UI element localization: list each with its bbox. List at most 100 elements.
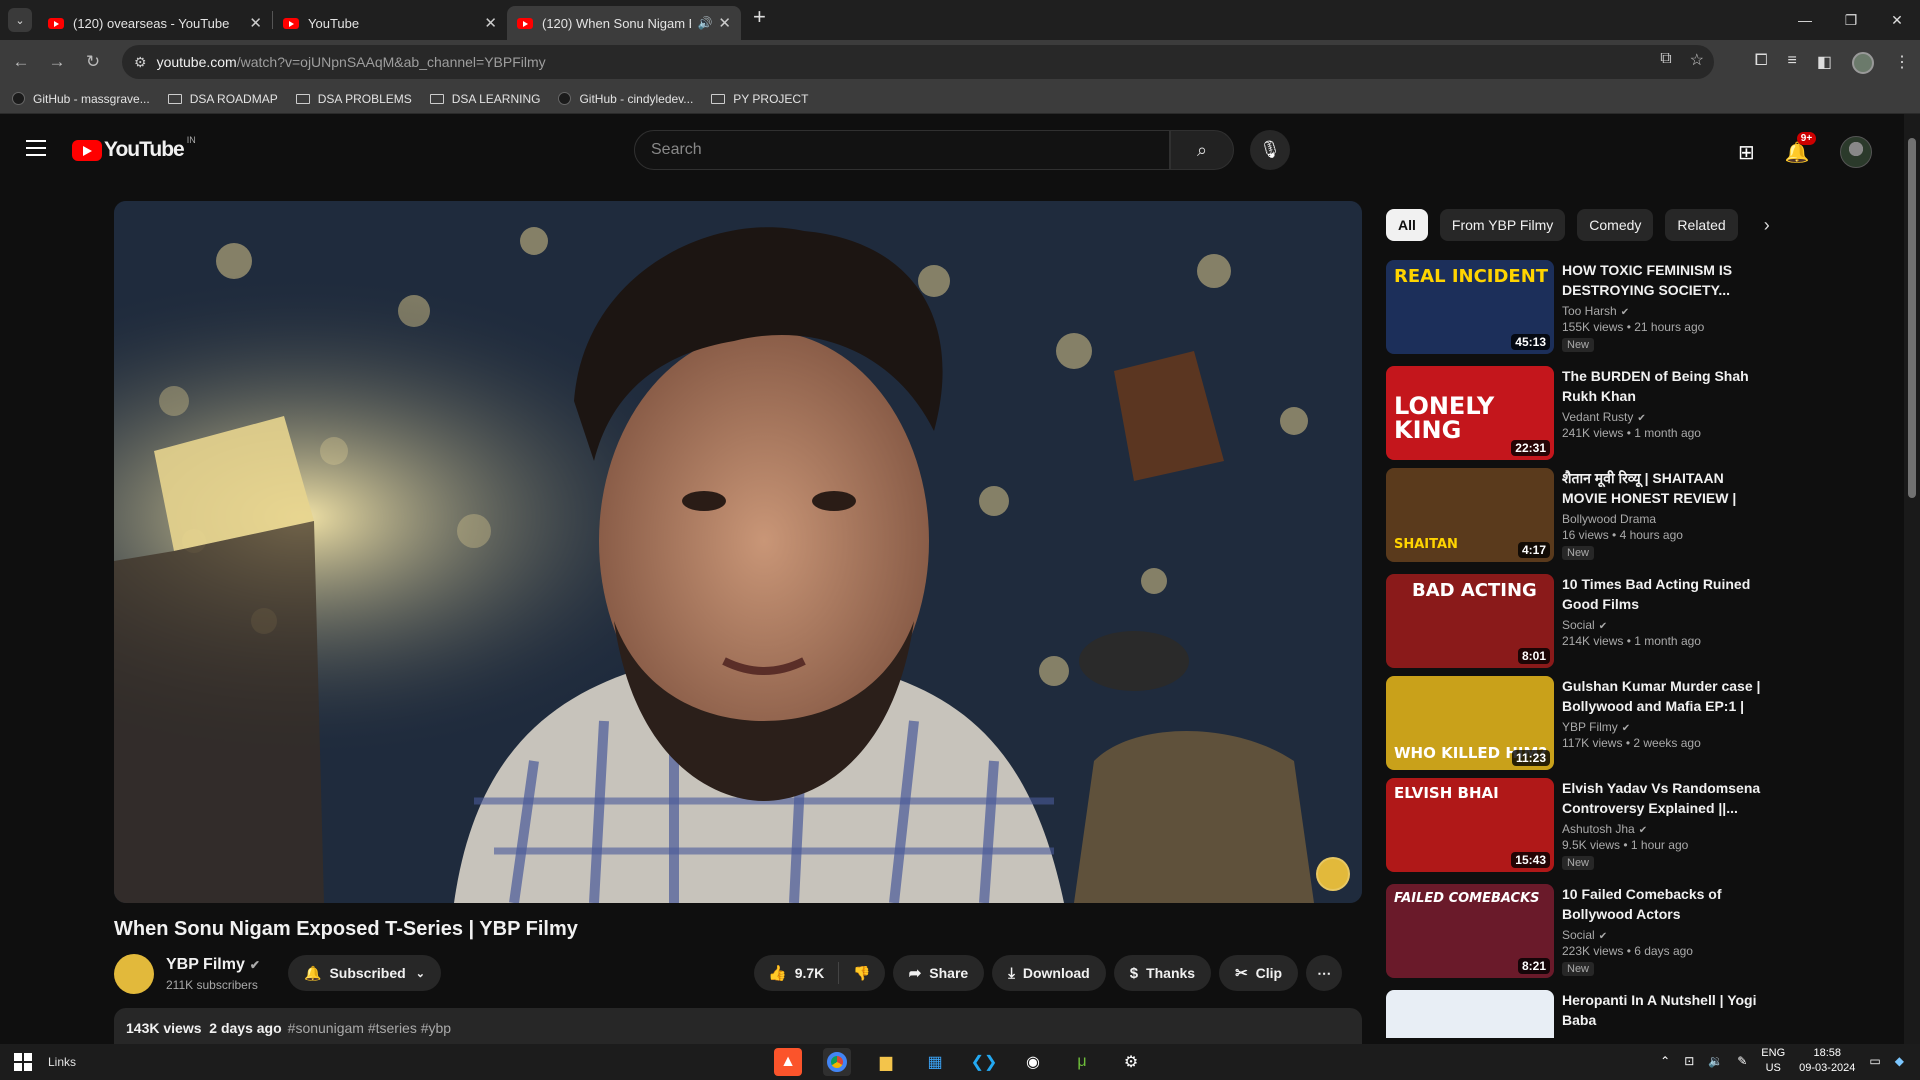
chevron-up-icon[interactable]: ⌃ [1660,1054,1670,1068]
share-button[interactable]: ➦ Share [892,955,985,991]
file-explorer-icon[interactable]: ▆ [872,1048,900,1076]
minimize-icon[interactable]: — [1782,0,1828,40]
rec-title[interactable]: शैतान मूवी रिव्यू | SHAITAAN MOVIE HONES… [1562,468,1766,508]
account-avatar[interactable] [1839,136,1872,168]
settings-gear-icon[interactable]: ⚙ [1117,1048,1145,1076]
tab-1[interactable]: (120) ovearseas - YouTube ✕ [38,6,272,40]
rec-channel[interactable]: Ashutosh Jha ✔ [1562,822,1766,836]
vscode-icon[interactable]: ❮❯ [970,1048,998,1076]
pen-icon[interactable]: ✎ [1737,1054,1747,1068]
obs-icon[interactable]: ◉ [1019,1048,1047,1076]
chip-all[interactable]: All [1386,209,1428,241]
chip-comedy[interactable]: Comedy [1577,209,1654,241]
address-bar[interactable]: ⚙ youtube.com/watch?v=ojUNpnSAAqM&ab_cha… [122,45,1714,79]
bookmark-dsa-learning[interactable]: DSA LEARNING [429,92,540,106]
notification-center-icon[interactable]: ▭ [1869,1054,1880,1068]
tab-3-active[interactable]: (120) When Sonu Nigam Ex 🔊 ✕ [507,6,741,40]
rec-channel[interactable]: YBP Filmy ✔ [1562,720,1766,734]
microsoft-store-icon[interactable]: ▦ [921,1048,949,1076]
restore-icon[interactable]: ❐ [1828,0,1874,40]
chrome-icon[interactable] [823,1048,851,1076]
clock[interactable]: 18:58 09-03-2024 [1799,1046,1855,1076]
video-player[interactable] [114,201,1362,903]
video-thumbnail[interactable]: BAD ACTING 8:01 [1386,574,1554,668]
create-video-icon[interactable]: ⊞ [1738,140,1755,165]
video-thumbnail[interactable]: ELVISH BHAI 15:43 [1386,778,1554,872]
video-thumbnail[interactable]: LONELY KING 22:31 [1386,366,1554,460]
reload-icon[interactable]: ↻ [78,52,108,72]
video-thumbnail[interactable]: REAL INCIDENT 45:13 [1386,260,1554,354]
rec-title[interactable]: Heropanti In A Nutshell | Yogi Baba [1562,990,1766,1030]
network-icon[interactable]: ⊡ [1684,1054,1694,1068]
rec-item[interactable]: ELVISH BHAI 15:43 Elvish Yadav Vs Random… [1386,778,1766,874]
media-controls-icon[interactable]: ≡ [1788,52,1797,74]
youtube-logo[interactable]: YouTube IN [72,135,196,162]
rec-item[interactable]: WHO KILLED HIM? 11:23 Gulshan Kumar Murd… [1386,676,1766,772]
download-button[interactable]: ⤓ Download [992,955,1106,991]
video-thumbnail[interactable]: SHAITAN 4:17 [1386,468,1554,562]
tab-close-icon[interactable]: ✕ [249,14,262,32]
tab-close-icon[interactable]: ✕ [718,14,731,32]
profile-avatar[interactable] [1852,52,1874,74]
input-language[interactable]: ENG US [1761,1046,1785,1076]
bookmark-github-cindyledev[interactable]: GitHub - cindyledev... [558,92,693,106]
search-input[interactable]: Search [634,130,1170,170]
subscribed-button[interactable]: 🔔 Subscribed ⌄ [288,955,441,991]
tab-search-button[interactable]: ⌄ [8,8,32,32]
links-toolbar[interactable]: Links [48,1055,76,1069]
video-thumbnail[interactable]: WHO KILLED HIM? 11:23 [1386,676,1554,770]
copilot-icon[interactable]: ◆ [1895,1054,1904,1068]
dislike-button[interactable]: 👎 [839,965,884,982]
notifications-button[interactable]: 🔔 9+ [1785,131,1817,165]
rec-item[interactable]: FAILED COMEBACKS 8:21 10 Failed Comeback… [1386,884,1766,980]
rec-item[interactable]: LONELY KING 22:31 The BURDEN of Being Sh… [1386,366,1766,462]
video-thumbnail[interactable] [1386,990,1554,1038]
tab-2[interactable]: YouTube ✕ [273,6,507,40]
new-tab-button[interactable]: + [753,4,766,30]
rec-title[interactable]: The BURDEN of Being Shah Rukh Khan [1562,366,1766,406]
bookmark-github-massgrave[interactable]: GitHub - massgrave... [12,92,150,106]
rec-title[interactable]: 10 Failed Comebacks of Bollywood Actors [1562,884,1766,924]
scrollbar-thumb[interactable] [1908,138,1916,498]
site-info-icon[interactable]: ⚙ [134,54,147,71]
volume-icon[interactable]: 🔉 [1708,1054,1723,1068]
search-button[interactable]: ⌕ [1170,130,1234,170]
chip-from-channel[interactable]: From YBP Filmy [1439,209,1566,241]
close-window-icon[interactable]: ✕ [1874,0,1920,40]
channel-avatar[interactable] [114,954,154,994]
install-app-icon[interactable]: ⧉ [1660,50,1671,70]
rec-channel[interactable]: Social ✔ [1562,618,1766,632]
hashtags[interactable]: #sonunigam #tseries #ybp [288,1020,451,1036]
bookmark-dsa-roadmap[interactable]: DSA ROADMAP [167,92,278,106]
rec-title[interactable]: HOW TOXIC FEMINISM IS DESTROYING SOCIETY… [1562,260,1766,300]
rec-item[interactable]: Heropanti In A Nutshell | Yogi Baba [1386,990,1766,1038]
hamburger-menu-icon[interactable] [26,140,46,161]
rec-channel[interactable]: Social ✔ [1562,928,1766,942]
bookmark-py-project[interactable]: PY PROJECT [711,92,808,106]
forward-arrow-icon[interactable]: → [42,52,72,72]
channel-watermark-icon[interactable] [1316,857,1350,891]
rec-title[interactable]: 10 Times Bad Acting Ruined Good Films [1562,574,1766,614]
channel-name[interactable]: YBP Filmy ✔ [166,956,260,974]
brave-browser-icon[interactable]: ▲ [774,1048,802,1076]
chip-related[interactable]: Related [1665,209,1738,241]
rec-item[interactable]: REAL INCIDENT 45:13 HOW TOXIC FEMINISM I… [1386,260,1766,356]
menu-kebab-icon[interactable]: ⋮ [1894,52,1910,74]
rec-item[interactable]: BAD ACTING 8:01 10 Times Bad Acting Ruin… [1386,574,1766,670]
tab-close-icon[interactable]: ✕ [484,14,497,32]
rec-channel[interactable]: Vedant Rusty ✔ [1562,410,1766,424]
rec-channel[interactable]: Bollywood Drama [1562,512,1766,526]
rec-channel[interactable]: Too Harsh ✔ [1562,304,1766,318]
speaker-icon[interactable]: 🔊 [697,16,712,30]
video-thumbnail[interactable]: FAILED COMEBACKS 8:21 [1386,884,1554,978]
chevron-right-icon[interactable]: › [1764,215,1770,236]
side-panel-icon[interactable]: ◧ [1817,52,1832,74]
rec-title[interactable]: Gulshan Kumar Murder case | Bollywood an… [1562,676,1766,716]
bookmark-dsa-problems[interactable]: DSA PROBLEMS [295,92,412,106]
extensions-icon[interactable]: ⧠ [1755,52,1768,74]
rec-item[interactable]: SHAITAN 4:17 शैतान मूवी रिव्यू | SHAITAA… [1386,468,1766,564]
thanks-button[interactable]: $ Thanks [1113,955,1212,991]
bookmark-star-icon[interactable]: ☆ [1690,50,1704,70]
voice-search-button[interactable]: 🎙 [1250,130,1290,170]
back-arrow-icon[interactable]: ← [6,52,36,72]
